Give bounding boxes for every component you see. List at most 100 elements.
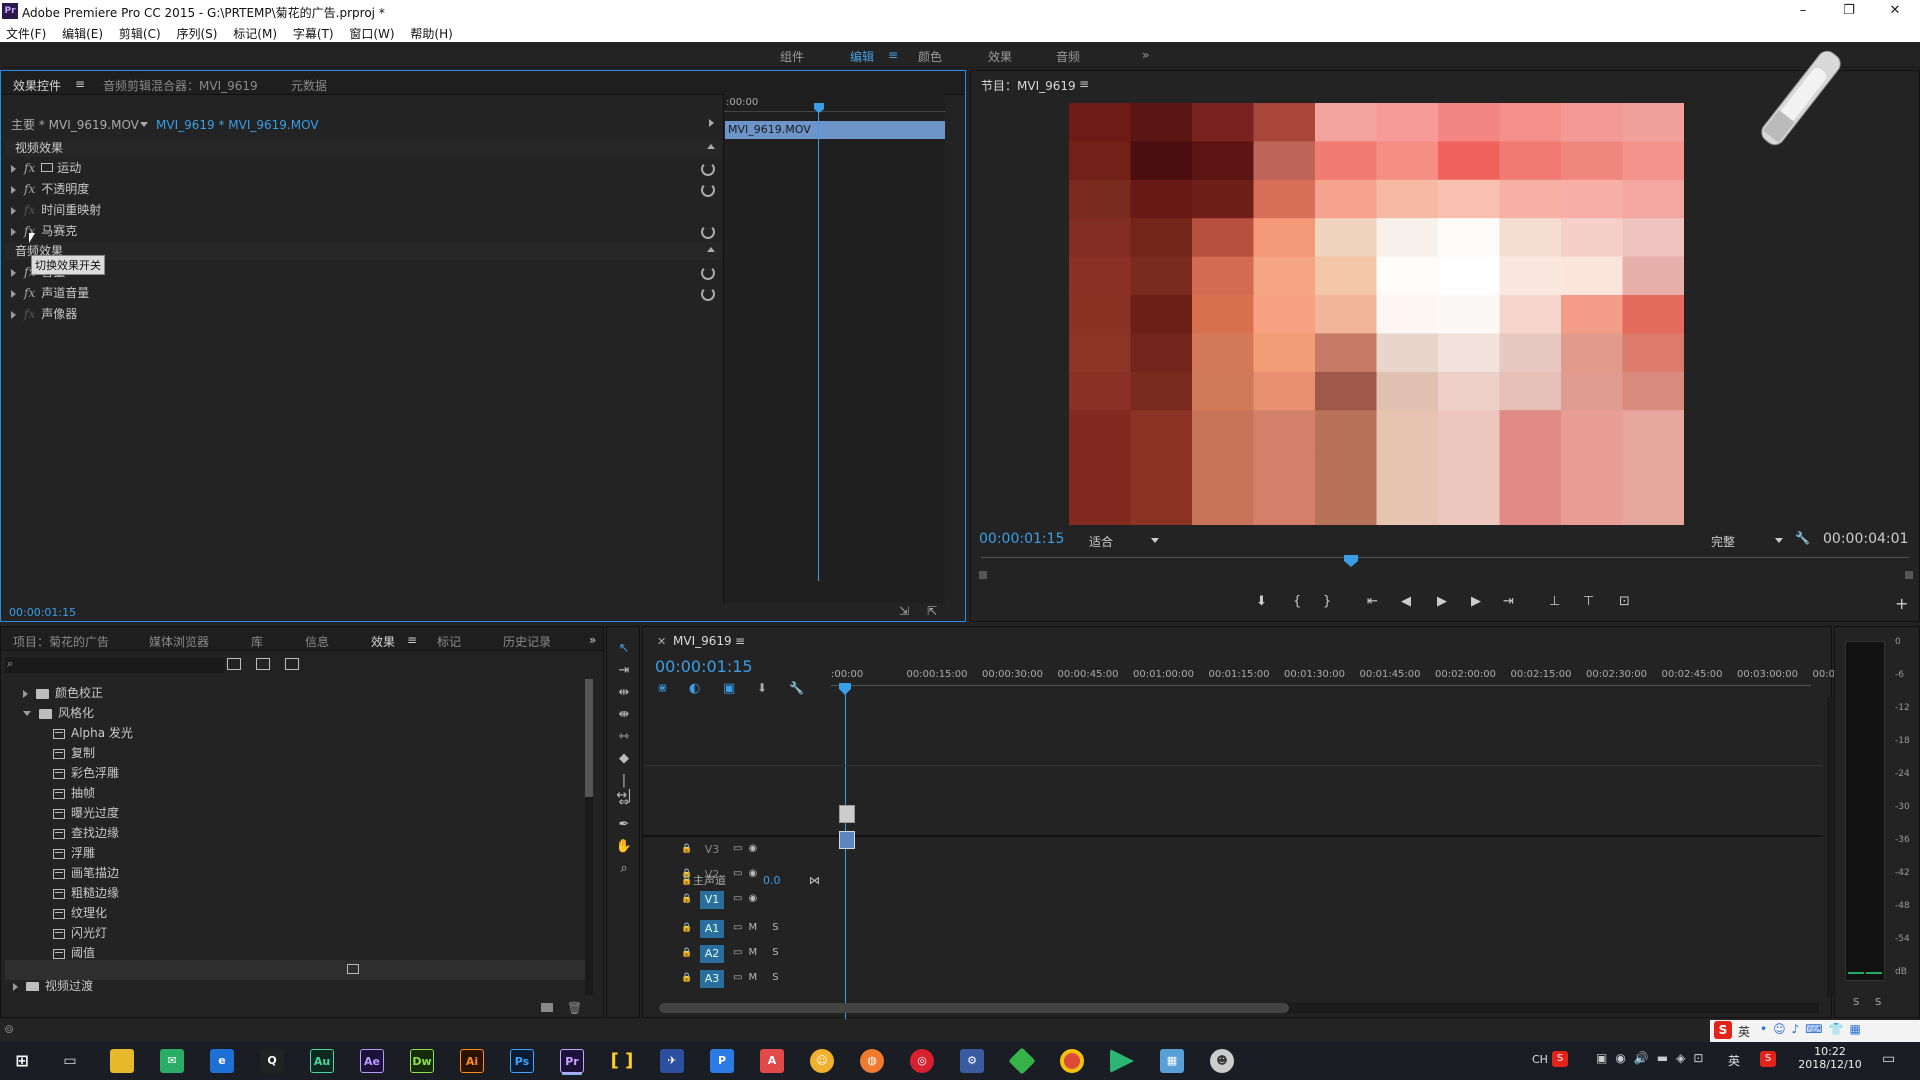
- sogou-icon[interactable]: S: [1714, 1021, 1732, 1039]
- premiere-taskbar-icon[interactable]: Pr: [560, 1049, 584, 1073]
- menu-title[interactable]: 字幕(T): [287, 22, 340, 42]
- playhead-icon[interactable]: [1344, 555, 1358, 567]
- reset-icon[interactable]: [701, 183, 715, 197]
- workspace-menu-icon[interactable]: ≡: [888, 48, 898, 62]
- menu-sequence[interactable]: 序列(S): [170, 22, 223, 42]
- add-marker-icon[interactable]: ▣: [723, 681, 735, 696]
- netease-music-icon[interactable]: ◎: [910, 1049, 934, 1073]
- search-input[interactable]: ⌕: [5, 657, 225, 673]
- reset-icon[interactable]: [701, 225, 715, 239]
- workspace-overflow-icon[interactable]: »: [1142, 48, 1149, 62]
- marker-icon[interactable]: ⬇: [757, 681, 767, 695]
- lock-icon[interactable]: 🔒: [681, 894, 692, 904]
- app-window-icon[interactable]: ▦: [1160, 1049, 1184, 1073]
- track-name[interactable]: A3: [700, 970, 724, 988]
- jump-to-end-icon[interactable]: ⋈: [809, 872, 820, 890]
- chrome-icon[interactable]: [1060, 1049, 1084, 1073]
- go-to-in-icon[interactable]: ⇤: [1367, 594, 1378, 609]
- tab-metadata[interactable]: 元数据: [291, 77, 327, 94]
- lock-icon[interactable]: 🔒: [681, 923, 692, 933]
- effect-list-item[interactable]: 抽帧: [53, 783, 95, 803]
- ime-lang[interactable]: 英: [1738, 1023, 1750, 1040]
- camera-icon[interactable]: ⊡: [1619, 594, 1630, 609]
- track-visibility-icon[interactable]: ▭◉: [733, 843, 763, 854]
- timeline-horizontal-scrollbar[interactable]: [659, 1003, 1819, 1013]
- collapse-icon[interactable]: [23, 711, 31, 716]
- effect-opacity[interactable]: fx 不透明度: [11, 179, 89, 199]
- workspace-editing[interactable]: 编辑: [850, 48, 874, 65]
- lock-icon[interactable]: 🔒: [681, 948, 692, 958]
- app-p-icon[interactable]: P: [710, 1049, 734, 1073]
- video-clip-v1[interactable]: [839, 805, 855, 823]
- solo-left-button[interactable]: S: [1853, 997, 1859, 1008]
- effect-list-item[interactable]: 画笔描边: [53, 863, 119, 883]
- delete-icon[interactable]: 🗑: [567, 1001, 582, 1015]
- extract-icon[interactable]: ⊤: [1583, 594, 1594, 609]
- workspace-color[interactable]: 颜色: [918, 48, 942, 65]
- file-explorer-icon[interactable]: [110, 1049, 134, 1073]
- notification-icon[interactable]: ▭: [1882, 1051, 1895, 1067]
- workspace-audio[interactable]: 音频: [1056, 48, 1080, 65]
- timeline-timecode[interactable]: 00:00:01:15: [655, 657, 753, 676]
- after-effects-icon[interactable]: Ae: [360, 1049, 384, 1073]
- track-mute-solo-icon[interactable]: ▭M S: [733, 947, 785, 958]
- track-name[interactable]: A1: [700, 920, 724, 938]
- expand-icon[interactable]: [11, 227, 16, 236]
- fx-toggle-icon[interactable]: fx: [24, 283, 35, 303]
- lift-icon[interactable]: ⊥: [1549, 594, 1560, 609]
- tray-icons[interactable]: ▣◉🔊▬◈⊡: [1596, 1051, 1711, 1065]
- track-name[interactable]: V3: [700, 841, 724, 859]
- tab-effects[interactable]: 效果: [371, 633, 395, 650]
- play-icon[interactable]: ▶: [1437, 594, 1447, 609]
- new-folder-icon[interactable]: [541, 1003, 553, 1012]
- export-frame-icon[interactable]: ⇲: [899, 604, 909, 618]
- scrollbar[interactable]: [585, 679, 593, 995]
- menu-marker[interactable]: 标记(M): [227, 22, 283, 42]
- program-timecode[interactable]: 00:00:01:15: [979, 531, 1064, 547]
- play-icon[interactable]: [709, 119, 714, 127]
- sogou-tray-icon[interactable]: S: [1552, 1051, 1568, 1067]
- motion-transform-icon[interactable]: [41, 163, 54, 172]
- audio-clip-a1[interactable]: [839, 831, 855, 849]
- pen-tool-icon[interactable]: ✒: [615, 817, 633, 833]
- reset-icon[interactable]: [701, 266, 715, 280]
- effect-timeline[interactable]: :00:00 MVI_9619.MOV: [723, 93, 946, 603]
- solo-right-button[interactable]: S: [1875, 997, 1881, 1008]
- reset-icon[interactable]: [701, 287, 715, 301]
- scroll-handle[interactable]: [1905, 571, 1913, 579]
- selection-tool-icon[interactable]: ↖: [615, 641, 633, 657]
- fx-toggle-icon[interactable]: fx: [24, 179, 35, 199]
- audition-icon[interactable]: Au: [310, 1049, 334, 1073]
- sequence-clip-label[interactable]: MVI_9619 * MVI_9619.MOV: [156, 115, 319, 135]
- panel-menu-icon[interactable]: ≡: [407, 633, 417, 647]
- app-tools-icon[interactable]: ⚙: [960, 1049, 984, 1073]
- share-icon[interactable]: ⇱: [927, 604, 937, 618]
- wechat-icon[interactable]: ✉: [160, 1049, 184, 1073]
- effect-list-item[interactable]: 曝光过度: [53, 803, 119, 823]
- tab-info[interactable]: 信息: [305, 633, 329, 650]
- tab-media-browser[interactable]: 媒体浏览器: [149, 633, 209, 650]
- track-mute-solo-icon[interactable]: ▭M S: [733, 922, 785, 933]
- track-name[interactable]: A2: [700, 945, 724, 963]
- app-bird-icon[interactable]: ✈: [660, 1049, 684, 1073]
- expand-icon[interactable]: [11, 310, 16, 319]
- tab-libraries[interactable]: 库: [251, 633, 263, 650]
- chevron-down-icon[interactable]: [1775, 538, 1783, 543]
- input-method-indicator[interactable]: CH: [1532, 1053, 1548, 1066]
- expand-icon[interactable]: [13, 982, 18, 991]
- sogou-tray-icon-2[interactable]: S: [1760, 1051, 1776, 1067]
- menu-clip[interactable]: 剪辑(C): [113, 22, 167, 42]
- app-orange-icon[interactable]: ◍: [860, 1049, 884, 1073]
- sequence-tab[interactable]: MVI_9619: [673, 634, 732, 648]
- master-clip-label[interactable]: 主要 * MVI_9619.MOV: [11, 115, 139, 135]
- ime-tools-icon[interactable]: •☺♪⌨👕▦: [1760, 1022, 1867, 1036]
- step-forward-icon[interactable]: ▶: [1471, 594, 1481, 609]
- menu-edit[interactable]: 编辑(E): [56, 22, 109, 42]
- effect-time-remap[interactable]: fx 时间重映射: [11, 200, 101, 220]
- ripple-edit-tool-icon[interactable]: ⇹: [615, 685, 633, 701]
- menu-window[interactable]: 窗口(W): [343, 22, 400, 42]
- effect-mosaic[interactable]: fx 马赛克: [11, 221, 77, 241]
- chevron-down-icon[interactable]: [1151, 538, 1159, 543]
- close-tab-icon[interactable]: ✕: [657, 635, 666, 648]
- expand-icon[interactable]: [11, 206, 16, 215]
